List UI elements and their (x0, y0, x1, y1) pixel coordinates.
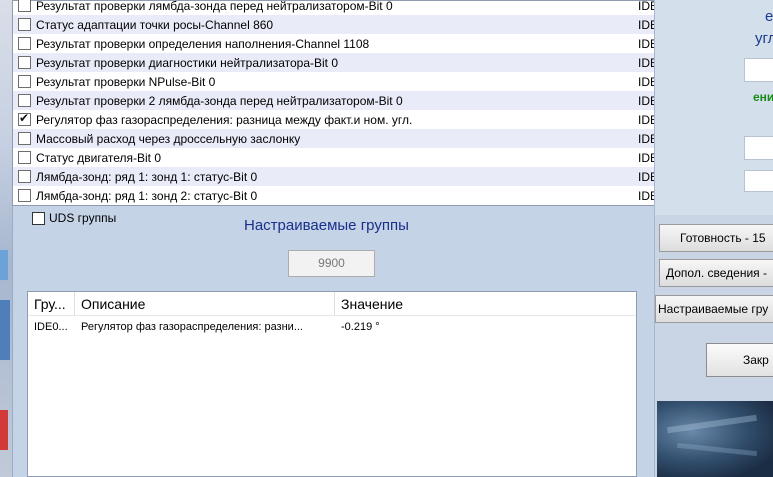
item-description: Результат проверки диагностики нейтрализ… (36, 55, 339, 70)
list-item[interactable]: Массовый расход через дроссельную заслон… (13, 129, 735, 148)
column-header-value[interactable]: Значение (335, 292, 636, 316)
photo-detail (676, 442, 758, 457)
cell-value: -0.219 ° (341, 321, 380, 333)
item-checkbox[interactable] (18, 56, 31, 69)
column-header-description[interactable]: Описание (75, 292, 335, 316)
item-checkbox[interactable] (18, 37, 31, 50)
additional-info-button[interactable]: Допол. сведения - (659, 259, 773, 287)
column-header-group[interactable]: Гру... (28, 292, 75, 316)
value-box (744, 58, 773, 82)
list-item[interactable]: Лямбда-зонд: ряд 1: зонд 2: статус-Bit 0… (13, 186, 735, 205)
section-title: Настраиваемые группы (244, 217, 409, 234)
item-description: Массовый расход через дроссельную заслон… (36, 131, 301, 146)
cell-description: Регулятор фаз газораспределения: разни..… (81, 321, 303, 333)
right-top-area: еди угл. ение (655, 0, 773, 215)
list-item[interactable]: Результат проверки определения наполнени… (13, 34, 735, 53)
list-item[interactable]: Результат проверки диагностики нейтрализ… (13, 53, 735, 72)
background-image-fragment (0, 250, 8, 280)
list-item[interactable]: Результат проверки NPulse-Bit 0 IDE03707… (13, 72, 735, 91)
results-table: Гру... Описание Значение IDE0... Регулят… (27, 291, 637, 477)
item-description: Результат проверки NPulse-Bit 0 (36, 74, 216, 89)
list-item[interactable]: Результат проверки 2 лямбда-зонда перед … (13, 91, 735, 110)
item-description: Статус двигателя-Bit 0 (36, 150, 162, 165)
item-description: Результат проверки 2 лямбда-зонда перед … (36, 93, 403, 108)
item-checkbox[interactable] (18, 18, 31, 31)
item-checkbox[interactable] (18, 151, 31, 164)
uds-groups-checkbox[interactable] (32, 211, 45, 225)
item-checkbox[interactable] (18, 0, 31, 12)
cell-group: IDE0... (34, 321, 68, 333)
table-row[interactable]: IDE0... Регулятор фаз газораспределения:… (28, 318, 636, 336)
list-item[interactable]: Регулятор фаз газораспределения: разница… (13, 110, 735, 129)
list-item[interactable]: Лямбда-зонд: ряд 1: зонд 1: статус-Bit 0… (13, 167, 735, 186)
item-checkbox[interactable] (18, 170, 31, 183)
item-checkbox[interactable] (18, 189, 31, 202)
background-image-fragment (0, 300, 10, 360)
uds-groups-label: UDS группы (49, 211, 117, 225)
table-header: Гру... Описание Значение (28, 292, 636, 316)
item-checkbox[interactable] (18, 132, 31, 145)
close-button[interactable]: Закр (706, 343, 773, 377)
item-description: Лямбда-зонд: ряд 1: зонд 2: статус-Bit 0 (36, 188, 258, 203)
status-text-fragment: ение (753, 90, 773, 104)
background-photo (657, 401, 773, 477)
readiness-button[interactable]: Готовность - 15 (659, 224, 773, 252)
list-item[interactable]: Результат проверки лямбда-зонда перед не… (13, 0, 735, 15)
background-window-edge (0, 0, 12, 477)
item-description: Результат проверки определения наполнени… (36, 36, 370, 51)
value-box (744, 136, 773, 160)
list-item[interactable]: Статус адаптации точки росы-Channel 860 … (13, 15, 735, 34)
item-description: Статус адаптации точки росы-Channel 860 (36, 17, 274, 32)
panel-title-fragment: еди (765, 8, 773, 25)
parameter-checklist[interactable]: Результат проверки лямбда-зонда перед не… (12, 0, 747, 206)
background-image-fragment (0, 410, 8, 450)
uds-groups-toggle[interactable]: UDS группы (32, 211, 116, 225)
item-checkbox[interactable] (18, 94, 31, 107)
group-number-field[interactable]: 9900 (288, 250, 375, 277)
list-item[interactable]: Статус двигателя-Bit 0 IDE03767-E... (13, 148, 735, 167)
value-box (744, 170, 773, 192)
item-checkbox-checked[interactable] (18, 111, 31, 126)
item-checkbox[interactable] (18, 75, 31, 88)
right-side-panel: еди угл. ение Готовность - 15 Допол. све… (654, 0, 773, 477)
photo-detail (667, 414, 757, 434)
item-description: Результат проверки лямбда-зонда перед не… (36, 0, 393, 13)
item-description: Лямбда-зонд: ряд 1: зонд 1: статус-Bit 0 (36, 169, 258, 184)
panel-title-fragment: угл. (755, 30, 773, 47)
custom-groups-button[interactable]: Настраиваемые гру (655, 295, 773, 323)
item-description: Регулятор фаз газораспределения: разница… (36, 112, 413, 127)
